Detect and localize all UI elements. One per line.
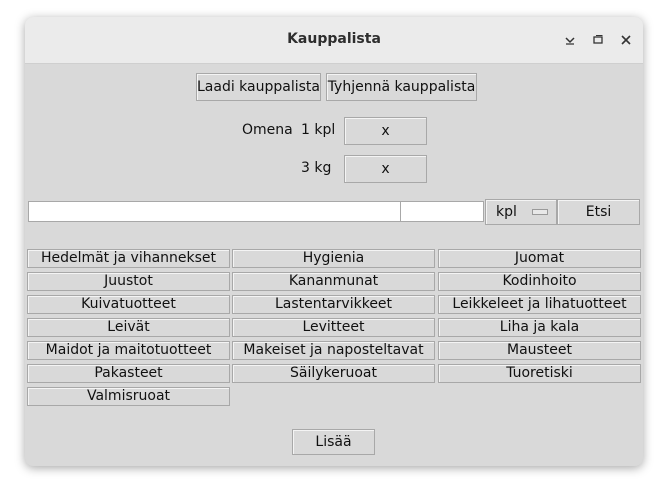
category-button[interactable]: Hygienia	[232, 249, 435, 268]
title-bar[interactable]: Kauppalista	[25, 17, 643, 64]
close-button[interactable]	[616, 30, 636, 50]
maximize-button[interactable]	[588, 30, 608, 50]
add-button[interactable]: Lisää	[292, 429, 375, 455]
close-icon	[621, 35, 631, 45]
clear-list-button[interactable]: Tyhjennä kauppalista	[326, 73, 477, 101]
search-button[interactable]: Etsi	[557, 199, 640, 225]
window-title: Kauppalista	[287, 31, 381, 47]
unit-dropdown-value: kpl	[496, 204, 517, 220]
unit-dropdown[interactable]: kpl	[485, 199, 557, 225]
list-item-amount: 3 kg	[301, 160, 332, 176]
category-button[interactable]: Liha ja kala	[438, 318, 641, 337]
category-button[interactable]: Juomat	[438, 249, 641, 268]
list-item-amount: 1 kpl	[301, 122, 336, 138]
category-button[interactable]: Mausteet	[438, 341, 641, 360]
minimize-button[interactable]	[560, 30, 580, 50]
category-button[interactable]: Valmisruoat	[27, 387, 230, 406]
remove-item-button[interactable]: x	[344, 155, 427, 183]
category-button[interactable]: Hedelmät ja vihannekset	[27, 249, 230, 268]
category-button[interactable]: Maidot ja maitotuotteet	[27, 341, 230, 360]
chevron-down-icon	[565, 37, 575, 45]
make-list-button[interactable]: Laadi kauppalista	[196, 73, 321, 101]
category-button[interactable]: Kodinhoito	[438, 272, 641, 291]
restore-icon	[593, 35, 603, 44]
remove-item-button[interactable]: x	[344, 117, 427, 145]
category-button[interactable]: Leivät	[27, 318, 230, 337]
dropdown-indicator-icon	[532, 209, 548, 215]
app-window: Kauppalista Laadi kauppalista Tyhjennä k…	[25, 17, 643, 466]
category-button[interactable]: Lastentarvikkeet	[232, 295, 435, 314]
category-button[interactable]: Kananmunat	[232, 272, 435, 291]
item-name-input[interactable]	[28, 201, 401, 222]
category-button[interactable]: Makeiset ja naposteltavat	[232, 341, 435, 360]
list-item-name: Omena	[242, 122, 293, 138]
category-button[interactable]: Tuoretiski	[438, 364, 641, 383]
amount-input[interactable]	[400, 201, 484, 222]
category-button[interactable]: Kuivatuotteet	[27, 295, 230, 314]
category-button[interactable]: Säilykeruoat	[232, 364, 435, 383]
category-button[interactable]: Juustot	[27, 272, 230, 291]
category-button[interactable]: Pakasteet	[27, 364, 230, 383]
category-button[interactable]: Leikkeleet ja lihatuotteet	[438, 295, 641, 314]
category-button[interactable]: Levitteet	[232, 318, 435, 337]
